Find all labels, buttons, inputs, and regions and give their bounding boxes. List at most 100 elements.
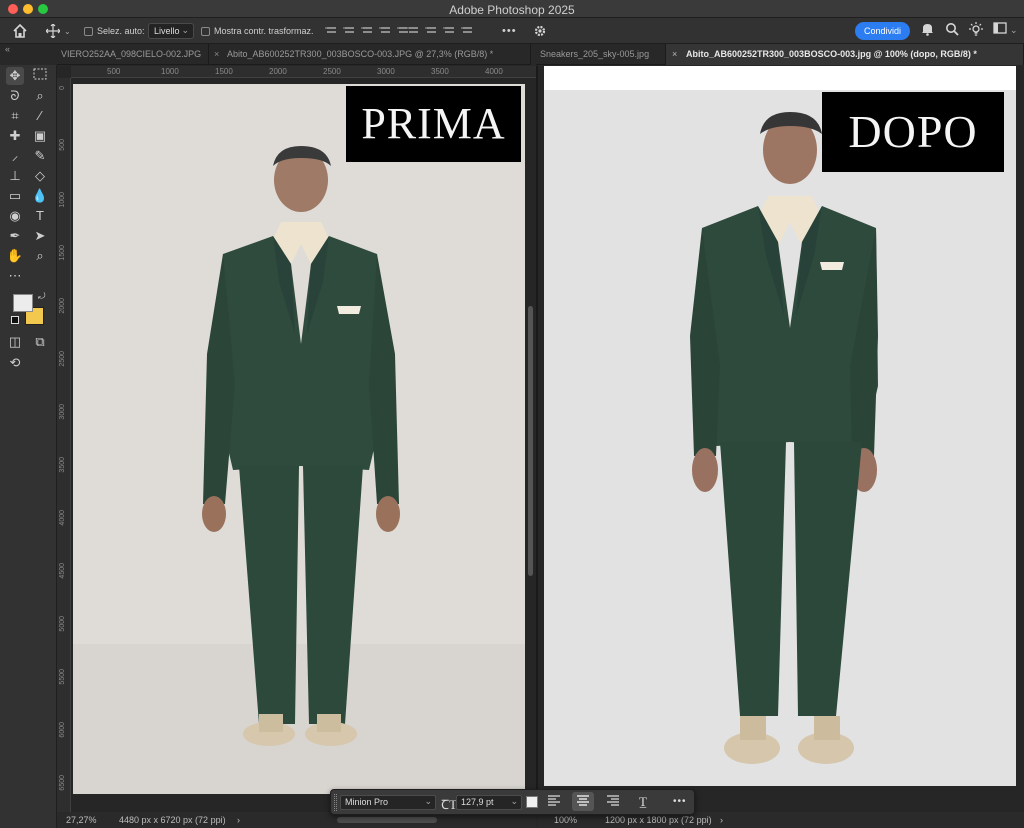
ruler-tick-label: 3000 [377, 67, 395, 76]
workspace-icon[interactable] [993, 22, 1007, 37]
dopo-photo [544, 66, 1016, 786]
ruler-tick-label: 2500 [59, 351, 66, 367]
lasso-tool-icon[interactable]: ᘐ [6, 87, 24, 105]
search-icon[interactable] [945, 22, 959, 39]
ruler-tick-label: 500 [59, 139, 66, 151]
ruler-tick-label: 3500 [431, 67, 449, 76]
drag-handle[interactable] [334, 794, 337, 811]
eraser-tool-icon[interactable]: ◇ [31, 167, 49, 185]
font-family-value: Minion Pro [345, 797, 389, 807]
path-select-tool-icon[interactable]: ➤ [31, 227, 49, 245]
auto-select-dropdown[interactable]: Livello ⌄ [148, 23, 194, 39]
character-panel-icon[interactable]: T̲ [639, 794, 647, 810]
type-tool-icon[interactable]: T [31, 207, 49, 225]
app-title: Adobe Photoshop 2025 [449, 3, 575, 17]
chevron-down-icon[interactable]: ⌄ [1010, 25, 1018, 36]
ruler-tick-label: 5000 [59, 616, 66, 632]
close-tab-icon[interactable]: × [214, 44, 219, 65]
font-size-icon: ꞆT [441, 797, 458, 812]
tab-abito-bosco-dopo[interactable]: × Abito_AB600252TR300_003BOSCO-003.jpg @… [666, 44, 1024, 65]
zoom-level[interactable]: 27,27% [66, 812, 97, 828]
horizontal-scrollbar-thumb[interactable] [337, 817, 437, 823]
share-button[interactable]: Condividi [855, 22, 910, 40]
home-icon[interactable] [12, 18, 28, 44]
dodge-tool-icon[interactable]: ◉ [6, 207, 24, 225]
healing-brush-tool-icon[interactable]: ✚ [6, 127, 24, 145]
marquee-tool-icon[interactable] [31, 67, 49, 85]
screen-mode-icon[interactable]: ⧉ [31, 333, 49, 351]
vertical-scrollbar-thumb[interactable] [528, 306, 533, 576]
distribute-v-icon[interactable] [459, 24, 477, 38]
chevron-down-icon[interactable]: ⌄ [64, 27, 71, 36]
move-tool-icon[interactable]: ✥ [6, 67, 24, 85]
crop-tool-icon[interactable]: ⌗ [6, 107, 24, 125]
close-tab-icon[interactable]: × [672, 44, 677, 65]
bell-icon[interactable] [921, 22, 934, 39]
content-credentials-icon[interactable]: ⟲ [6, 354, 24, 372]
lightbulb-icon[interactable] [969, 22, 983, 39]
align-left-icon[interactable] [547, 794, 561, 809]
align-right-icon[interactable] [606, 794, 620, 809]
canvas-dopo[interactable]: DOPO [544, 66, 1016, 786]
ruler-tick-label: 5500 [59, 669, 66, 685]
auto-select-checkbox[interactable] [84, 18, 93, 44]
remove-tool-icon[interactable]: ▣ [31, 127, 49, 145]
ruler-tick-label: 3000 [59, 404, 66, 420]
tools-panel: ✥ ᘐ ⌕ ⌗ ⁄ ✚ ▣ ⸝ ✎ ⊥ ◇ ▭ 💧 ◉ T ✒ ➤ ✋ ⌕ ⋯ … [0, 65, 57, 828]
font-size-dropdown[interactable]: 127,9 pt ⌄ [456, 795, 522, 810]
move-tool-icon[interactable]: ⌄ [46, 18, 71, 44]
status-menu-arrow[interactable]: › [720, 812, 723, 828]
left-document-pane[interactable]: 500 1000 1500 2000 2500 3000 3500 4000 0 500 1000… [57, 66, 536, 812]
pen-tool-icon[interactable]: ✒ [6, 227, 24, 245]
status-menu-arrow[interactable]: › [237, 812, 240, 828]
collapse-panels-icon[interactable]: « [5, 44, 10, 54]
align-center-icon[interactable] [572, 792, 594, 811]
show-transform-checkbox[interactable] [201, 18, 210, 44]
more-tools-icon[interactable]: ⋯ [6, 267, 24, 285]
align-right-icon[interactable] [359, 24, 377, 38]
ruler-tick-label: 4000 [59, 510, 66, 526]
tab-label: Abito_AB600252TR300_003BOSCO-003.JPG @ 2… [227, 49, 494, 59]
clone-stamp-tool-icon[interactable]: ⊥ [6, 167, 24, 185]
prima-label[interactable]: PRIMA [346, 86, 521, 162]
align-left-icon[interactable] [323, 24, 341, 38]
default-colors-icon[interactable] [11, 316, 19, 324]
tab-abito-bosco-prima[interactable]: × Abito_AB600252TR300_003BOSCO-003.JPG @… [209, 44, 531, 65]
blur-tool-icon[interactable]: 💧 [31, 187, 49, 205]
tab-viero-cielo[interactable]: VIERO252AA_098CIELO-002.JPG [57, 44, 209, 65]
quick-select-tool-icon[interactable]: ⌕ [31, 87, 49, 105]
align-bottom-icon[interactable] [441, 24, 459, 38]
swap-colors-icon[interactable]: ⤾ [38, 291, 46, 302]
window-title-bar: Adobe Photoshop 2025 [0, 0, 1024, 18]
align-vcenter-icon[interactable] [423, 24, 441, 38]
more-options-button[interactable]: ••• [502, 18, 517, 44]
eyedropper-tool-icon[interactable]: ⁄ [31, 107, 49, 125]
gear-icon[interactable] [533, 18, 547, 44]
distribute-h-icon[interactable] [377, 24, 395, 38]
chevron-down-icon: ⌄ [181, 25, 189, 35]
ruler-tick-label: 1500 [59, 245, 66, 261]
ruler-tick-label: 2000 [269, 67, 287, 76]
more-options-button[interactable]: ••• [673, 796, 687, 807]
pencil-tool-icon[interactable]: ✎ [31, 147, 49, 165]
quick-mask-icon[interactable]: ◫ [6, 333, 24, 351]
brush-tool-icon[interactable]: ⸝ [6, 147, 24, 165]
vertical-ruler: 0 500 1000 1500 2000 2500 3000 3500 4000 4500 5000… [57, 78, 71, 812]
right-document-pane[interactable]: DOPO [536, 66, 1024, 812]
zoom-tool-icon[interactable]: ⌕ [31, 247, 49, 265]
ruler-tick-label: 2500 [323, 67, 341, 76]
ruler-tick-label: 1000 [59, 192, 66, 208]
gradient-tool-icon[interactable]: ▭ [6, 187, 24, 205]
ruler-tick-label: 6000 [59, 722, 66, 738]
foreground-color-swatch[interactable] [13, 294, 33, 312]
ruler-tick-label: 3500 [59, 457, 66, 473]
dopo-label[interactable]: DOPO [822, 92, 1004, 172]
canvas-prima[interactable]: PRIMA [73, 84, 525, 794]
align-top-icon[interactable] [405, 24, 423, 38]
align-hcenter-icon[interactable] [341, 24, 359, 38]
hand-tool-icon[interactable]: ✋ [6, 247, 24, 265]
tab-sneakers-sky[interactable]: Sneakers_205_sky-005.jpg [536, 44, 666, 65]
font-family-dropdown[interactable]: Minion Pro ⌄ [340, 795, 436, 810]
document-size: 4480 px x 6720 px (72 ppi) [119, 815, 226, 825]
text-color-swatch[interactable] [526, 796, 538, 808]
